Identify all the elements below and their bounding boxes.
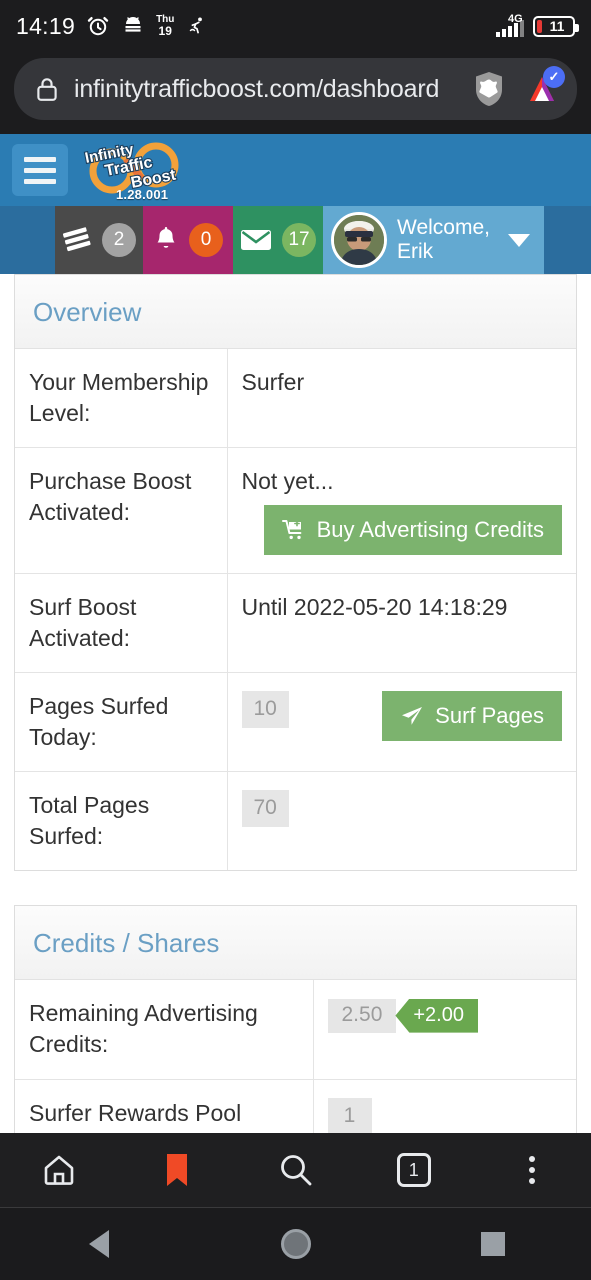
back-triangle-icon — [88, 1230, 109, 1258]
alarm-icon — [86, 14, 110, 38]
pages-surfed-today-value: 10 — [241, 691, 289, 728]
welcome-name: Erik — [397, 240, 434, 263]
welcome-greeting: Welcome, — [397, 215, 490, 239]
header-nav-row: 2 0 17 Welcome, Erik — [0, 206, 591, 274]
pages-icon — [62, 227, 92, 253]
bookmark-icon — [164, 1152, 190, 1188]
remaining-credits-value: 2.50 — [327, 998, 397, 1033]
calendar-day-number: 19 — [158, 24, 172, 38]
search-button[interactable] — [236, 1152, 354, 1188]
phone-screen: 14:19 Thu 19 4G 11 infinitytrafficboost.… — [0, 0, 591, 1280]
messages-badge[interactable]: 17 — [233, 206, 323, 274]
battery-fill — [537, 19, 542, 33]
site-logo[interactable]: Infinity Traffic Boost 1.28.001 — [80, 139, 200, 202]
notifications-count: 0 — [189, 223, 223, 257]
credits-shares-panel: Credits / Shares Remaining Advertising C… — [14, 905, 577, 1159]
row-value-cell: 70 — [227, 771, 576, 871]
row-label: Surf Boost Activated: — [15, 573, 228, 673]
tab-switcher-button[interactable]: 1 — [355, 1153, 473, 1187]
overflow-menu-button[interactable] — [473, 1156, 591, 1184]
pages-count: 2 — [102, 223, 136, 257]
surf-pages-label: Surf Pages — [435, 703, 544, 729]
bell-icon — [153, 226, 179, 254]
row-value: Surfer — [241, 369, 305, 395]
browser-omnibox-container: infinitytrafficboost.com/dashboard ✓ — [0, 52, 591, 134]
bookmarks-button[interactable] — [118, 1152, 236, 1188]
overflow-menu-icon — [528, 1156, 535, 1184]
row-label: Purchase Boost Activated: — [15, 447, 228, 574]
notifications-badge[interactable]: 0 — [143, 206, 233, 274]
status-clock: 14:19 — [16, 12, 76, 39]
row-label: Remaining Advertising Credits: — [15, 980, 314, 1080]
page-title: Overview — [33, 297, 142, 327]
buy-advertising-credits-button[interactable]: Buy Advertising Credits — [263, 505, 562, 556]
brave-shield-icon[interactable] — [471, 70, 507, 108]
version-label: 1.28.001 — [116, 187, 169, 202]
nav-home-button[interactable] — [197, 1229, 394, 1259]
row-value: Until 2022-05-20 14:18:29 — [227, 573, 576, 673]
row-label: Pages Surfed Today: — [15, 672, 228, 772]
shares-earned-today-value: 1 — [327, 1097, 372, 1134]
overview-panel-header: Overview — [15, 275, 576, 349]
lock-icon — [34, 75, 60, 103]
search-icon — [278, 1152, 314, 1188]
user-menu[interactable]: Welcome, Erik — [323, 206, 544, 274]
android-robot-icon — [121, 14, 145, 38]
paper-plane-icon — [400, 705, 424, 727]
remaining-credits-widget: 2.50 +2.00 — [327, 998, 478, 1033]
android-status-bar: 14:19 Thu 19 4G 11 — [0, 0, 591, 52]
chevron-down-icon[interactable] — [507, 233, 530, 247]
home-circle-icon — [280, 1229, 311, 1259]
signal-strength-icon: 4G — [496, 13, 524, 37]
activity-icon — [185, 14, 209, 38]
row-label: Your Membership Level: — [15, 349, 228, 448]
battery-percent-label: 11 — [549, 18, 565, 34]
row-value-cell: 2.50 +2.00 — [313, 980, 576, 1079]
recents-square-icon — [480, 1232, 505, 1256]
url-text[interactable]: infinitytrafficboost.com/dashboard — [74, 75, 457, 104]
site-header: Infinity Traffic Boost 1.28.001 — [0, 134, 591, 206]
table-row: Total Pages Surfed: 70 — [15, 771, 576, 871]
calendar-icon: Thu 19 — [156, 15, 174, 38]
battery-icon: 11 — [533, 15, 579, 37]
total-pages-surfed-value: 70 — [241, 790, 289, 827]
hamburger-icon[interactable] — [12, 144, 68, 196]
tab-count-label: 1 — [396, 1153, 431, 1187]
android-navigation-bar — [0, 1208, 591, 1280]
nav-recents-button[interactable] — [394, 1232, 591, 1256]
envelope-icon — [240, 228, 272, 252]
surf-pages-button[interactable]: Surf Pages — [382, 691, 562, 742]
row-value-cell: Not yet... Buy Advertising Credits — [227, 447, 576, 574]
home-icon — [41, 1153, 77, 1187]
user-avatar — [331, 212, 387, 268]
buy-advertising-credits-label: Buy Advertising Credits — [316, 517, 544, 543]
table-row: Your Membership Level: Surfer — [15, 349, 576, 448]
nav-back-button[interactable] — [0, 1230, 197, 1258]
purchase-boost-status: Not yet... — [241, 468, 334, 495]
credits-panel-title: Credits / Shares — [33, 928, 220, 959]
table-row: Purchase Boost Activated: Not yet... Buy… — [15, 447, 576, 574]
welcome-text: Welcome, Erik — [397, 216, 490, 264]
table-row: Remaining Advertising Credits: 2.50 +2.0… — [15, 980, 576, 1080]
table-row: Pages Surfed Today: 10 Surf Pages — [15, 672, 576, 772]
overview-panel: Overview Your Membership Level: Surfer P… — [14, 274, 577, 872]
table-row: Surf Boost Activated: Until 2022-05-20 1… — [15, 573, 576, 673]
row-label: Total Pages Surfed: — [15, 771, 228, 871]
brave-rewards-icon[interactable]: ✓ — [521, 66, 565, 109]
row-value-cell: 10 Surf Pages — [227, 672, 576, 772]
credits-panel-header: Credits / Shares — [15, 906, 576, 981]
messages-count: 17 — [282, 223, 316, 257]
credits-delta-badge: +2.00 — [395, 998, 478, 1033]
cart-plus-icon — [281, 519, 306, 541]
home-button[interactable] — [0, 1153, 118, 1187]
rewards-verified-badge: ✓ — [543, 66, 565, 88]
overview-table: Your Membership Level: Surfer Purchase B… — [15, 349, 576, 871]
address-bar[interactable]: infinitytrafficboost.com/dashboard ✓ — [14, 58, 577, 120]
browser-bottom-toolbar: 1 — [0, 1133, 591, 1208]
pages-badge[interactable]: 2 — [55, 206, 143, 274]
page-content: Overview Your Membership Level: Surfer P… — [0, 274, 591, 1159]
